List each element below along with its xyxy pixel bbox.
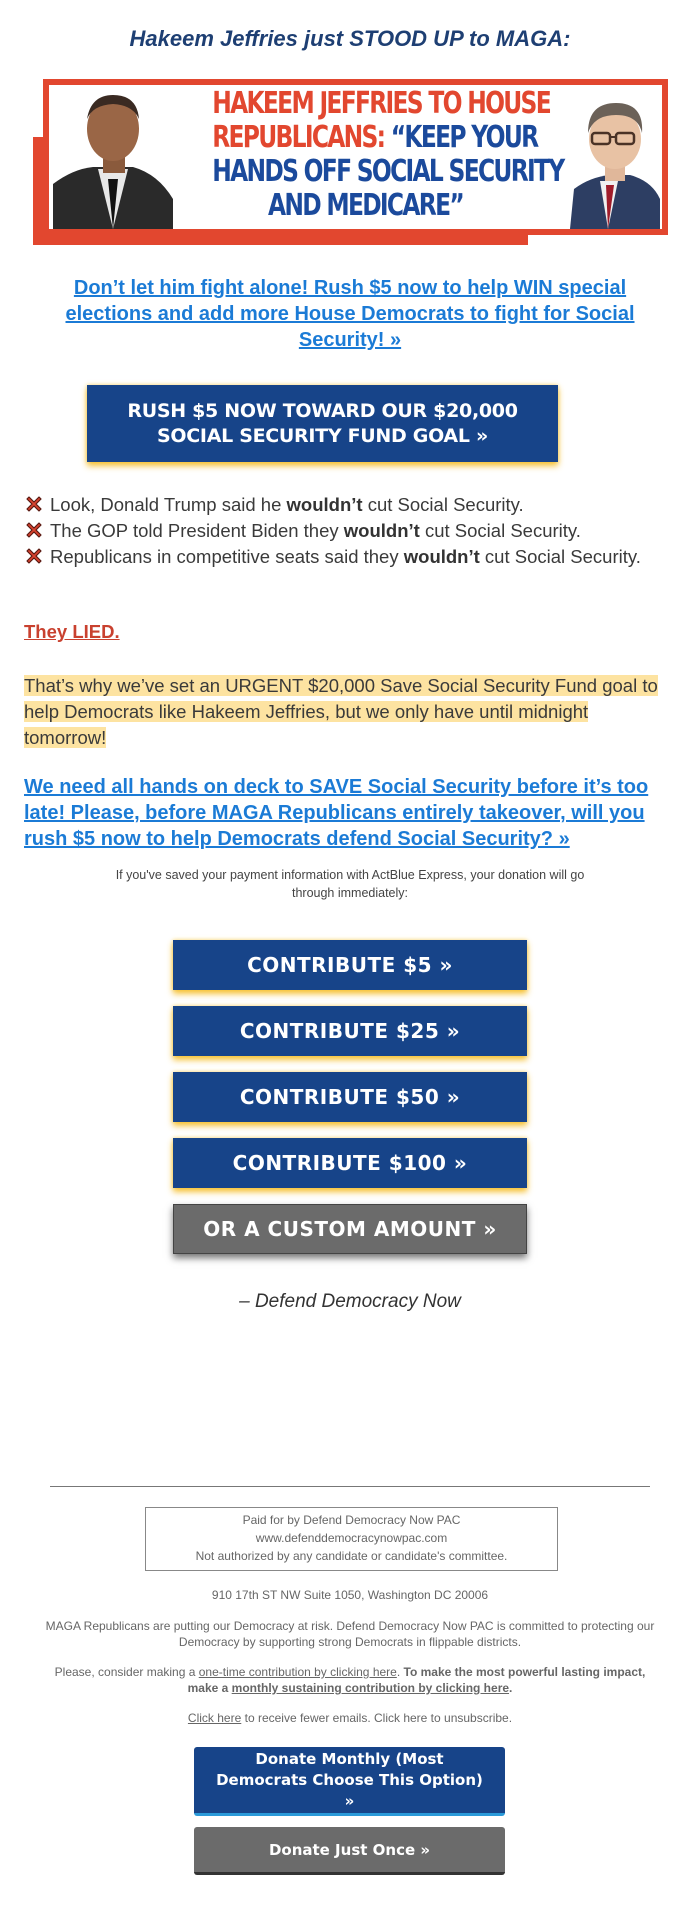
banner-accent-left <box>33 137 43 245</box>
contribute-25-button[interactable]: CONTRIBUTE $25 » <box>173 1006 527 1056</box>
x-mark-icon <box>26 522 42 538</box>
contribution-options-text: Please, consider making a one-time contr… <box>40 1664 660 1696</box>
list-item: Republicans in competitive seats said th… <box>24 544 674 570</box>
fewer-emails-link[interactable]: Click here <box>188 1711 241 1725</box>
contribute-50-button[interactable]: CONTRIBUTE $50 » <box>173 1072 527 1122</box>
consider-prefix: Please, consider making a <box>54 1665 199 1679</box>
contribute-5-button[interactable]: CONTRIBUTE $5 » <box>173 940 527 990</box>
one-time-contribution-link[interactable]: one-time contribution by clicking here <box>199 1665 397 1679</box>
consider-bold-suffix: . <box>509 1681 513 1695</box>
banner-line-1: HAKEEM JEFFRIES TO HOUSE <box>212 86 551 121</box>
they-lied-link[interactable]: They LIED. <box>24 621 120 643</box>
goal-donate-button[interactable]: RUSH $5 NOW TOWARD OUR $20,000 SOCIAL SE… <box>87 385 558 462</box>
broken-promises-list: Look, Donald Trump said he wouldn’t cut … <box>24 492 674 570</box>
email-preferences-text: Click here to receive fewer emails. Clic… <box>40 1710 660 1726</box>
banner-line-4: AND MEDICARE” <box>267 188 465 223</box>
custom-amount-button[interactable]: OR A CUSTOM AMOUNT » <box>173 1204 527 1254</box>
banner-line-2-blue: “KEEP YOUR <box>390 120 539 155</box>
urgent-goal-text: That’s why we’ve set an URGENT $20,000 S… <box>24 673 664 751</box>
paid-for-disclaimer: Paid for by Defend Democracy Now PAC www… <box>145 1507 558 1571</box>
donate-once-button[interactable]: Donate Just Once » <box>194 1827 505 1875</box>
list-item-emphasis: wouldn’t <box>403 546 480 567</box>
signoff: – Defend Democracy Now <box>239 1291 461 1312</box>
mike-johnson-photo <box>570 103 660 229</box>
disclaimer-website: www.defenddemocracynowpac.com <box>255 1531 448 1545</box>
list-item: The GOP told President Biden they wouldn… <box>24 518 674 544</box>
consider-period: . <box>396 1665 404 1679</box>
footer-divider <box>50 1486 650 1487</box>
list-item-text: Look, Donald Trump said he <box>50 494 287 515</box>
disclaimer-line: Paid for by Defend Democracy Now PAC <box>242 1513 461 1527</box>
x-mark-icon <box>26 496 42 512</box>
list-item: Look, Donald Trump said he wouldn’t cut … <box>24 492 674 518</box>
list-item-text: cut Social Security. <box>362 494 524 515</box>
donate-monthly-button[interactable]: Donate Monthly (Most Democrats Choose Th… <box>194 1747 505 1816</box>
x-mark-icon <box>26 548 42 564</box>
list-item-text: Republicans in competitive seats said th… <box>50 546 404 567</box>
monthly-contribution-link[interactable]: monthly sustaining contribution by click… <box>232 1681 509 1695</box>
list-item-text: cut Social Security. <box>479 546 641 567</box>
banner-line-3: HANDS OFF SOCIAL SECURITY <box>212 154 565 189</box>
lead-donate-link[interactable]: Don’t let him fight alone! Rush $5 now t… <box>45 275 655 353</box>
list-item-emphasis: wouldn’t <box>343 520 420 541</box>
disclaimer-line: Not authorized by any candidate or candi… <box>195 1549 508 1563</box>
contribute-100-button[interactable]: CONTRIBUTE $100 » <box>173 1138 527 1188</box>
main-donate-link[interactable]: We need all hands on deck to SAVE Social… <box>24 774 674 852</box>
banner-headline: HAKEEM JEFFRIES TO HOUSE REPUBLICANS: “K… <box>212 86 565 223</box>
list-item-emphasis: wouldn’t <box>286 494 363 515</box>
banner-accent-bottom <box>33 235 528 245</box>
unsubscribe-text: to receive fewer emails. Click here to u… <box>241 1711 513 1725</box>
mission-statement: MAGA Republicans are putting our Democra… <box>45 1619 655 1649</box>
banner-frame: HAKEEM JEFFRIES TO HOUSE REPUBLICANS: “K… <box>43 79 668 235</box>
actblue-express-note: If you've saved your payment information… <box>115 868 585 900</box>
list-item-text: The GOP told President Biden they <box>50 520 344 541</box>
list-item-text: cut Social Security. <box>419 520 581 541</box>
mailing-address: 910 17th ST NW Suite 1050, Washington DC… <box>211 1588 489 1602</box>
banner-image[interactable]: HAKEEM JEFFRIES TO HOUSE REPUBLICANS: “K… <box>33 79 676 249</box>
headline: Hakeem Jeffries just STOOD UP to MAGA: <box>129 26 571 51</box>
highlighted-text: That’s why we’ve set an URGENT $20,000 S… <box>24 675 658 748</box>
banner-line-2-red: REPUBLICANS: <box>212 120 391 155</box>
hakeem-jeffries-photo <box>53 95 173 229</box>
